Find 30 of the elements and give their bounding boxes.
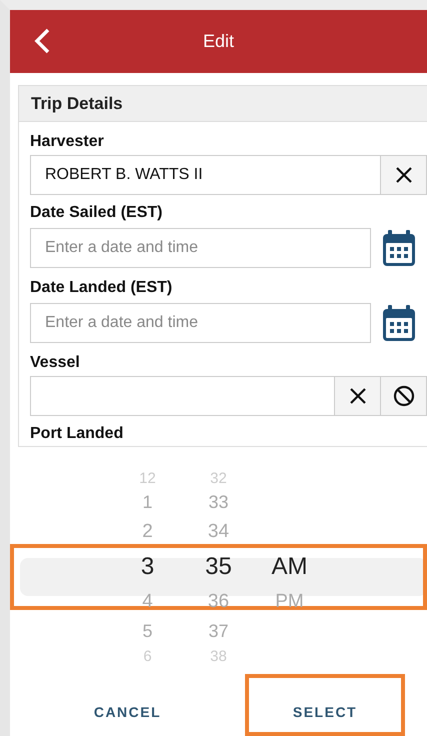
clear-button[interactable] [335, 376, 381, 416]
picker-option[interactable]: 1 [142, 489, 152, 516]
picker-option[interactable]: 2 [142, 516, 153, 548]
text-field[interactable] [30, 376, 335, 416]
header-title: Edit [202, 31, 234, 52]
calendar-icon [382, 229, 416, 267]
prohibited-icon [392, 385, 414, 407]
picker-option[interactable]: 37 [208, 618, 229, 645]
text-field[interactable]: ROBERT B. WATTS II [30, 155, 381, 195]
dialog-button[interactable]: SELECT [245, 674, 405, 736]
picker-option[interactable]: 35 [205, 548, 232, 586]
date-field[interactable]: Enter a date and time [30, 228, 371, 268]
field-label: Date Sailed (EST) [30, 204, 164, 222]
dialog-button[interactable]: CANCEL [10, 674, 245, 736]
field-label: Date Landed (EST) [30, 279, 174, 297]
field-label: Vessel [30, 354, 81, 372]
clear-button[interactable] [381, 155, 427, 195]
date-field[interactable]: Enter a date and time [30, 303, 371, 343]
calendar-icon [382, 304, 416, 342]
section-title: Trip Details [19, 86, 427, 122]
picker-option[interactable]: 5 [142, 618, 152, 645]
picker-option[interactable]: AM [272, 548, 308, 586]
disable-button[interactable] [381, 376, 427, 416]
picker-option[interactable]: 34 [208, 516, 230, 548]
field-label: Harvester [30, 133, 105, 151]
picker-option[interactable]: 3 [140, 548, 154, 586]
close-icon [348, 387, 366, 405]
field-label: Port Landed [30, 425, 124, 443]
close-icon [394, 166, 412, 184]
picker-option[interactable]: 33 [208, 489, 229, 516]
